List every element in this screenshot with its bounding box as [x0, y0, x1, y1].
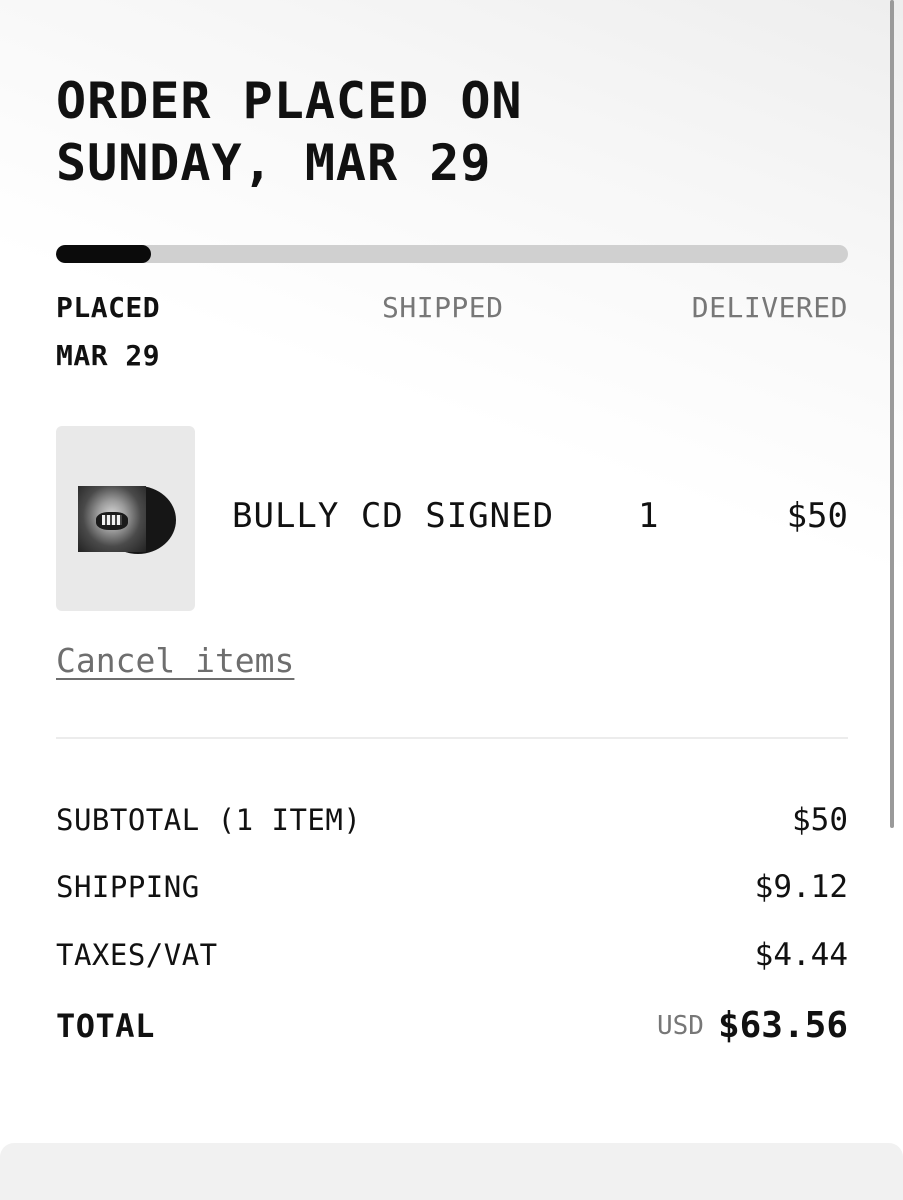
- subtotal-row: SUBTOTAL (1 ITEM) $50: [56, 800, 848, 840]
- stage-shipped-label: SHIPPED: [382, 291, 504, 324]
- page-title-line-2: SUNDAY, MAR 29: [56, 134, 492, 192]
- item-price: $50: [786, 496, 848, 536]
- order-progress-bar: [56, 245, 848, 263]
- total-currency: USD: [656, 1011, 704, 1041]
- scrollbar[interactable]: [890, 0, 894, 828]
- taxes-value: $4.44: [754, 937, 848, 973]
- item-name[interactable]: BULLY CD SIGNED: [232, 496, 554, 536]
- item-quantity: 1: [638, 496, 659, 536]
- stage-placed-label: PLACED: [56, 291, 161, 324]
- total-label: TOTAL: [56, 1007, 155, 1045]
- shipping-value: $9.12: [754, 869, 848, 905]
- total-value: $63.56: [717, 1005, 848, 1046]
- bottom-panel: [0, 1143, 903, 1200]
- page-title-line-1: ORDER PLACED ON: [56, 72, 523, 130]
- cancel-items-link[interactable]: Cancel items: [56, 640, 294, 682]
- total-amount: USD $63.56: [657, 1003, 848, 1049]
- subtotal-label: SUBTOTAL (1 ITEM): [56, 803, 362, 837]
- stage-delivered-label: DELIVERED: [691, 291, 848, 324]
- cover-teeth-graphic: [102, 515, 122, 525]
- taxes-label: TAXES/VAT: [56, 938, 218, 972]
- taxes-row: TAXES/VAT $4.44: [56, 935, 848, 975]
- shipping-label: SHIPPING: [56, 870, 200, 904]
- stage-placed-date: MAR 29: [56, 339, 161, 372]
- shipping-row: SHIPPING $9.12: [56, 867, 848, 907]
- subtotal-value: $50: [792, 802, 848, 838]
- page-title: ORDER PLACED ON SUNDAY, MAR 29: [56, 70, 856, 194]
- order-progress-fill: [56, 245, 152, 263]
- section-divider: [56, 737, 848, 739]
- total-row: TOTAL USD $63.56: [56, 1003, 848, 1049]
